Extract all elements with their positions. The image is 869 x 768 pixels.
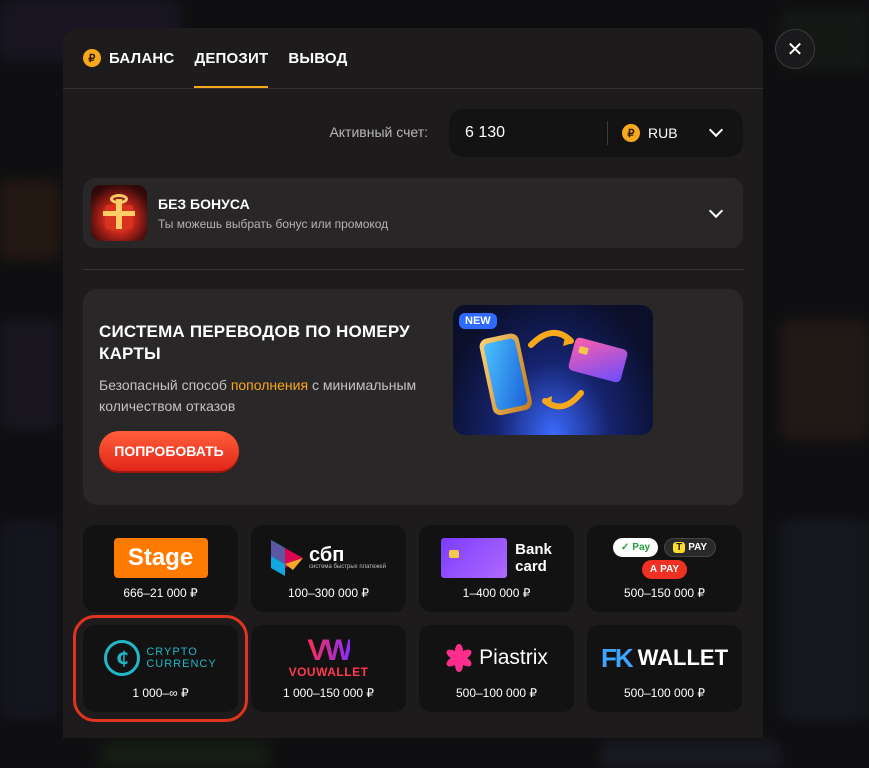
fk-logo-icon: FK [600, 642, 634, 673]
fk-wallet-name: WALLET [637, 645, 729, 670]
modal-tabs: ₽ БАЛАНС ДЕПОЗИТ ВЫВОД [83, 28, 347, 88]
account-balance: 6 130 [465, 124, 506, 141]
vouwallet-logo-icon: VW [307, 634, 352, 667]
currency-label: RUB [648, 125, 678, 141]
method-range: 500–100 000 ₽ [455, 686, 538, 700]
tab-deposit[interactable]: ДЕПОЗИТ [194, 28, 269, 88]
active-account-select[interactable]: 6 130 ₽ RUB [449, 109, 743, 157]
method-range: 500–100 000 ₽ [623, 686, 706, 700]
vouwallet-name: VOUWALLET [288, 665, 369, 679]
method-vouwallet[interactable]: VW VOUWALLET 1 000–150 000 ₽ [251, 625, 406, 712]
promo-title: СИСТЕМА ПЕРЕВОДОВ ПО НОМЕРУ КАРТЫ [99, 322, 410, 363]
alfa-pay-icon: A PAY [641, 559, 688, 579]
method-range: 666–21 000 ₽ [123, 586, 198, 600]
chevron-down-icon[interactable] [708, 122, 724, 138]
bonus-select[interactable]: БЕЗ БОНУСА Ты можешь выбрать бонус или п… [83, 178, 743, 248]
crypto-label-line1: CRYPTO [146, 646, 198, 658]
payment-methods-grid: Stage 666–21 000 ₽ сбп система быстрых п… [73, 525, 743, 722]
bonus-subtitle: Ты можешь выбрать бонус или промокод [158, 216, 389, 231]
new-badge: NEW [459, 313, 497, 329]
ruble-coin-icon: ₽ [622, 124, 640, 142]
crypto-coin-icon: ₵ [104, 640, 141, 676]
sbp-name: сбп [309, 543, 345, 566]
promo-banner: СИСТЕМА ПЕРЕВОДОВ ПО НОМЕРУ КАРТЫ Безопа… [83, 289, 743, 505]
gift-box-icon [91, 185, 147, 241]
tab-withdraw[interactable]: ВЫВОД [288, 28, 347, 88]
method-sbp[interactable]: сбп система быстрых платежей 100–300 000… [251, 525, 406, 612]
sbp-logo-icon [271, 540, 304, 576]
close-icon: ✕ [786, 37, 804, 61]
method-range: 100–300 000 ₽ [287, 586, 370, 600]
chevron-down-icon[interactable] [708, 203, 724, 219]
phone-card-illustration: NEW [453, 305, 653, 435]
stage-logo: Stage [113, 538, 208, 578]
sbp-subtitle: система быстрых платежей [309, 563, 386, 570]
method-stage[interactable]: Stage 666–21 000 ₽ [83, 525, 238, 612]
sber-pay-icon: ✓ Pay [612, 537, 659, 557]
tab-withdraw-label: ВЫВОД [288, 49, 348, 67]
bank-card-icon [441, 538, 508, 578]
tab-deposit-label: ДЕПОЗИТ [194, 49, 269, 67]
piastrix-name: Piastrix [479, 646, 548, 669]
tab-balance[interactable]: ₽ БАЛАНС [83, 28, 174, 88]
tinkoff-pay-icon: T PAY [664, 537, 717, 557]
bank-label-line1: Bank [515, 541, 552, 558]
crypto-label-line2: CURRENCY [146, 658, 217, 670]
tabs-divider [63, 88, 763, 89]
active-account-label: Активный счет: [329, 124, 428, 140]
close-button[interactable]: ✕ [775, 29, 815, 69]
method-piastrix[interactable]: Piastrix 500–100 000 ₽ [419, 625, 574, 712]
method-range: 1 000–150 000 ₽ [282, 686, 375, 700]
try-button[interactable]: ПОПРОБОВАТЬ [99, 431, 239, 471]
deposit-modal: ₽ БАЛАНС ДЕПОЗИТ ВЫВОД Активный счет: 6 … [63, 28, 763, 738]
promo-description: Безопасный способ пополнения с минимальн… [99, 377, 417, 414]
method-pay-wallets[interactable]: ✓ Pay T PAY A PAY 500–150 000 ₽ [587, 525, 742, 612]
bank-label-line2: card [515, 558, 547, 575]
section-divider [83, 269, 743, 270]
promo-highlight: пополнения [230, 377, 309, 393]
tab-balance-label: БАЛАНС [109, 49, 175, 67]
method-fk-wallet[interactable]: FK WALLET 500–100 000 ₽ [587, 625, 742, 712]
method-bank-card[interactable]: Bank card 1–400 000 ₽ [419, 525, 574, 612]
ruble-coin-icon: ₽ [83, 49, 101, 67]
piastrix-flower-icon [444, 644, 474, 672]
method-range: 1 000–∞ ₽ [132, 686, 189, 700]
method-crypto[interactable]: ₵ CRYPTO CURRENCY 1 000–∞ ₽ [73, 615, 248, 722]
currency-select[interactable]: ₽ RUB [608, 124, 678, 142]
method-range: 500–150 000 ₽ [623, 586, 706, 600]
bonus-title: БЕЗ БОНУСА [158, 195, 250, 212]
method-range: 1–400 000 ₽ [462, 586, 531, 600]
